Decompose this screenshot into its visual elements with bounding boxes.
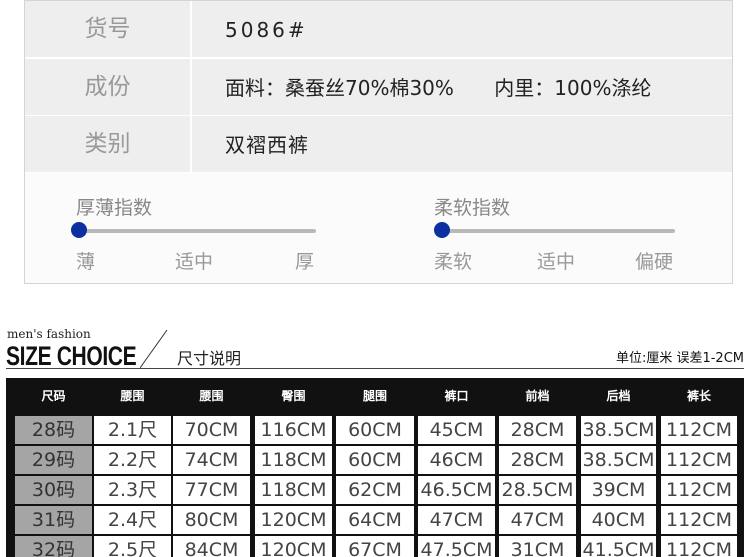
thickness-tick-thick: 厚 — [295, 251, 315, 273]
header-divider — [6, 368, 744, 369]
cell-size: 28码 — [15, 416, 92, 444]
cell-front-rise: 47CM — [499, 506, 576, 534]
size-chart-title: 尺寸说明 — [177, 349, 242, 368]
softness-knob — [434, 222, 450, 238]
header-front-rise: 前档 — [525, 389, 550, 403]
cell-waist-chi: 2.2尺 — [94, 446, 171, 474]
cell-size: 30码 — [15, 476, 92, 504]
cell-hip: 120CM — [255, 506, 332, 534]
cell-length: 112CM — [661, 476, 737, 504]
material-value: 面料：桑蚕丝70%棉30% 内里：100%涤纶 — [225, 59, 651, 115]
category-row: 类别 双褶西裤 — [25, 116, 732, 174]
thickness-title: 厚薄指数 — [76, 197, 153, 219]
cell-waist-cm: 80CM — [173, 506, 250, 534]
cell-front-rise: 28CM — [499, 446, 576, 474]
style-number-value: 5086# — [225, 18, 308, 42]
cell-length: 112CM — [661, 536, 737, 557]
cell-back-rise: 38.5CM — [581, 416, 656, 444]
cell-waist-cm: 74CM — [173, 446, 250, 474]
cell-hip: 116CM — [255, 416, 332, 444]
material-label: 成份 — [25, 59, 192, 115]
fabric-index-section: 厚薄指数 薄 适中 厚 柔软指数 柔软 适中 偏硬 — [25, 173, 732, 283]
cell-length: 112CM — [661, 446, 737, 474]
cell-thigh: 64CM — [336, 506, 414, 534]
thickness-tick-medium: 适中 — [175, 251, 214, 273]
softness-tick-medium: 适中 — [537, 251, 576, 273]
cell-leg-opening: 45CM — [418, 416, 495, 444]
cell-leg-opening: 46CM — [418, 446, 495, 474]
cell-hip: 118CM — [255, 476, 332, 504]
brand-small-text: men's fashion — [7, 327, 91, 341]
cell-waist-chi: 2.5尺 — [94, 536, 171, 557]
cell-length: 112CM — [661, 416, 737, 444]
header-waist-cm: 腰围 — [199, 389, 224, 403]
header-back-rise: 后档 — [606, 389, 631, 403]
softness-tick-stiff: 偏硬 — [635, 251, 674, 273]
size-table: 尺码 腰围 腰围 臀围 腿围 裤口 前档 后档 裤长 28码 2.1尺 70CM 116CM 60CM 45… — [6, 378, 744, 557]
material-row: 成份 面料：桑蚕丝70%棉30% 内里：100%涤纶 — [25, 59, 732, 117]
cell-waist-cm: 70CM — [173, 416, 250, 444]
softness-track — [435, 229, 675, 233]
fabric-text: 面料：桑蚕丝70%棉30% — [225, 76, 454, 100]
cell-thigh: 60CM — [336, 416, 414, 444]
cell-waist-cm: 84CM — [173, 536, 250, 557]
cell-waist-chi: 2.1尺 — [94, 416, 171, 444]
cell-size: 29码 — [15, 446, 92, 474]
header-size: 尺码 — [41, 389, 66, 403]
lining-text: 内里：100%涤纶 — [494, 76, 652, 100]
category-label: 类别 — [25, 116, 192, 172]
cell-back-rise: 41.5CM — [581, 536, 656, 557]
cell-back-rise: 39CM — [581, 476, 656, 504]
header-thigh: 腿围 — [362, 389, 387, 403]
header-leg-opening: 裤口 — [444, 389, 469, 403]
thickness-knob — [71, 222, 87, 238]
thickness-tick-thin: 薄 — [76, 251, 96, 273]
softness-title: 柔软指数 — [434, 197, 511, 219]
cell-waist-chi: 2.4尺 — [94, 506, 171, 534]
cell-thigh: 62CM — [336, 476, 414, 504]
style-number-label: 货号 — [25, 1, 192, 57]
product-info-panel: 货号 5086# 成份 面料：桑蚕丝70%棉30% 内里：100%涤纶 类别 双… — [24, 0, 733, 284]
slash-decoration — [140, 329, 168, 369]
cell-size: 32码 — [15, 536, 92, 557]
cell-leg-opening: 46.5CM — [418, 476, 495, 504]
header-waist-chi: 腰围 — [120, 389, 145, 403]
cell-back-rise: 40CM — [581, 506, 656, 534]
softness-tick-soft: 柔软 — [434, 251, 473, 273]
category-value: 双褶西裤 — [225, 133, 309, 157]
thickness-track — [72, 229, 316, 233]
header-hip: 臀围 — [281, 389, 306, 403]
cell-back-rise: 38.5CM — [581, 446, 656, 474]
cell-front-rise: 31CM — [499, 536, 576, 557]
cell-size: 31码 — [15, 506, 92, 534]
cell-leg-opening: 47CM — [418, 506, 495, 534]
unit-note: 单位:厘米 误差1-2CM — [615, 351, 744, 366]
cell-front-rise: 28CM — [499, 416, 576, 444]
cell-thigh: 67CM — [336, 536, 414, 557]
cell-waist-cm: 77CM — [173, 476, 250, 504]
style-number-row: 货号 5086# — [25, 1, 732, 59]
cell-thigh: 60CM — [336, 446, 414, 474]
cell-waist-chi: 2.3尺 — [94, 476, 171, 504]
cell-front-rise: 28.5CM — [499, 476, 576, 504]
cell-hip: 118CM — [255, 446, 332, 474]
cell-length: 112CM — [661, 506, 737, 534]
cell-hip: 120CM — [255, 536, 332, 557]
cell-leg-opening: 47.5CM — [418, 536, 495, 557]
header-length: 裤长 — [686, 389, 711, 403]
